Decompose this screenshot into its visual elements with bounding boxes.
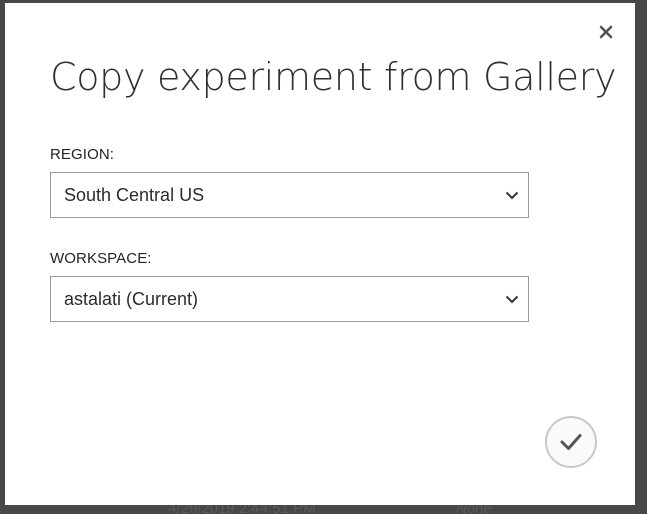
chevron-down-icon bbox=[504, 291, 520, 307]
region-label: REGION: bbox=[50, 146, 115, 163]
region-select[interactable]: South Central US bbox=[50, 172, 529, 218]
confirm-button[interactable] bbox=[545, 416, 597, 468]
checkmark-icon bbox=[560, 434, 582, 450]
dialog-title: Copy experiment from Gallery bbox=[50, 55, 617, 99]
close-button[interactable] bbox=[595, 21, 617, 43]
workspace-select-value: astalati (Current) bbox=[64, 288, 199, 309]
workspace-select[interactable]: astalati (Current) bbox=[50, 276, 529, 322]
app-screen: 4/29/2019 2:44:51 PM None Copy experimen… bbox=[0, 0, 647, 514]
region-select-value: South Central US bbox=[64, 184, 205, 205]
copy-experiment-dialog: Copy experiment from Gallery REGION: Sou… bbox=[5, 3, 635, 505]
chevron-down-icon bbox=[504, 187, 520, 203]
close-icon bbox=[599, 25, 613, 39]
workspace-label: WORKSPACE: bbox=[50, 250, 152, 267]
